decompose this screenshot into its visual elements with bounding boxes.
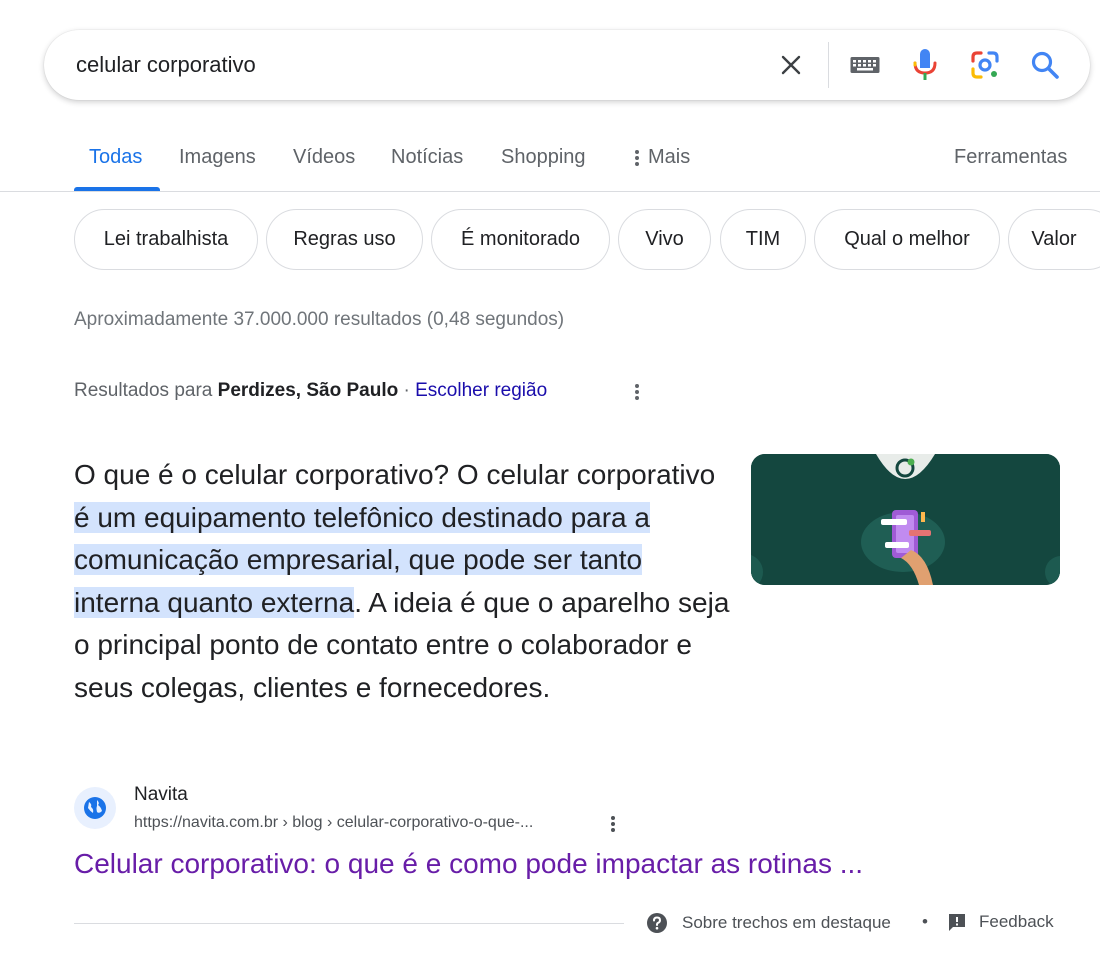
feedback-icon — [949, 914, 965, 931]
tab-noticias[interactable]: Notícias — [391, 146, 463, 169]
more-vert-icon[interactable] — [627, 380, 647, 404]
chip-valor-label: Valor — [1031, 228, 1077, 250]
more-vert-icon — [635, 149, 639, 166]
active-tab-indicator — [74, 187, 160, 191]
tab-mais[interactable]: Mais — [634, 146, 690, 169]
region-separator: · — [403, 380, 410, 401]
chip-lei-trabalhista[interactable]: Lei trabalhista — [74, 209, 258, 270]
chip-e-monitorado[interactable]: É monitorado — [431, 209, 610, 270]
source-site-name[interactable]: Navita — [134, 784, 188, 806]
snippet-thumbnail[interactable] — [751, 454, 1060, 585]
search-divider — [828, 42, 829, 88]
chip-tim[interactable]: TIM — [720, 209, 806, 270]
tab-shopping[interactable]: Shopping — [501, 146, 586, 169]
snippet-text-before: O que é o celular corporativo? O celular… — [74, 459, 716, 490]
choose-region-link[interactable]: Escolher região — [415, 380, 547, 401]
lens-icon[interactable] — [966, 46, 1004, 84]
region-place: Perdizes, São Paulo — [217, 380, 399, 401]
featured-snippet-text: O que é o celular corporativo? O celular… — [74, 454, 734, 709]
microphone-icon[interactable] — [906, 46, 944, 84]
about-featured-snippets-link[interactable]: Sobre trechos em destaque — [646, 912, 891, 934]
tab-imagens[interactable]: Imagens — [179, 146, 256, 169]
region-prefix: Resultados para — [74, 380, 213, 401]
globe-icon[interactable] — [74, 787, 116, 829]
region-line: Resultados para Perdizes, São Paulo · Es… — [74, 380, 547, 402]
chip-qual-o-melhor[interactable]: Qual o melhor — [814, 209, 1000, 270]
chip-valor[interactable]: Valor — [1008, 209, 1100, 270]
result-title-link[interactable]: Celular corporativo: o que é e como pode… — [74, 848, 863, 880]
search-tabs: Todas Imagens Vídeos Notícias Shopping M… — [0, 132, 1100, 192]
result-stats: Aproximadamente 37.000.000 resultados (0… — [74, 309, 565, 330]
about-featured-snippets-label: Sobre trechos em destaque — [682, 913, 891, 932]
tab-todas[interactable]: Todas — [89, 146, 142, 169]
keyboard-icon[interactable] — [846, 46, 884, 84]
footer-separator: • — [922, 912, 928, 931]
tab-mais-label: Mais — [648, 146, 691, 168]
tab-videos[interactable]: Vídeos — [293, 146, 355, 169]
search-input[interactable]: celular corporativo — [76, 52, 256, 78]
search-box[interactable]: celular corporativo — [44, 30, 1090, 100]
tab-ferramentas[interactable]: Ferramentas — [954, 146, 1067, 169]
help-icon — [647, 913, 667, 933]
search-icon[interactable] — [1026, 46, 1064, 84]
source-url[interactable]: https://navita.com.br › blog › celular-c… — [134, 814, 533, 832]
chip-regras-uso[interactable]: Regras uso — [266, 209, 423, 270]
chip-vivo[interactable]: Vivo — [618, 209, 711, 270]
more-vert-icon[interactable] — [603, 812, 623, 836]
close-icon[interactable] — [772, 46, 810, 84]
feedback-label: Feedback — [979, 912, 1054, 931]
footer-divider — [74, 923, 624, 924]
feedback-link[interactable]: Feedback — [947, 912, 1054, 932]
